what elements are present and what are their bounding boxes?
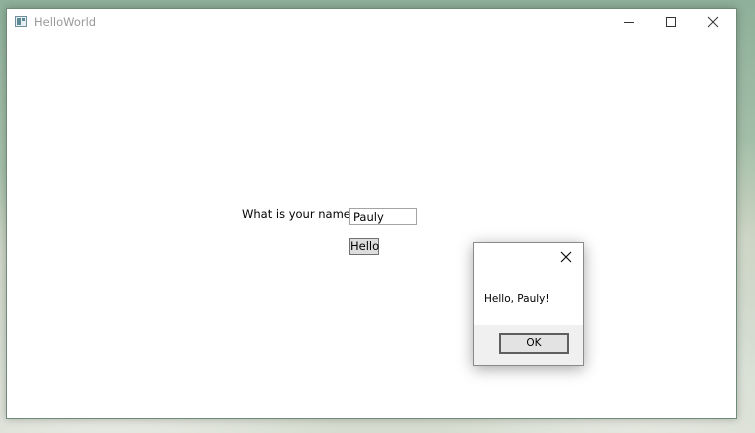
close-button[interactable] [692,9,734,35]
close-icon [560,251,572,263]
title-bar[interactable]: HelloWorld [7,9,736,35]
message-dialog: Hello, Pauly! OK [473,242,584,366]
window-title: HelloWorld [34,15,97,29]
dialog-close-button[interactable] [555,247,577,267]
name-input[interactable] [349,208,417,225]
hello-button[interactable]: Hello [349,238,379,255]
app-window: HelloWorld What is your name? Hello [6,8,737,419]
ok-button[interactable]: OK [499,333,569,354]
maximize-icon [666,17,676,27]
name-label: What is your name? [242,207,357,221]
dialog-footer: OK [474,325,583,365]
maximize-button[interactable] [650,9,692,35]
minimize-icon [624,22,634,23]
minimize-button[interactable] [608,9,650,35]
app-window-icon [15,16,27,27]
dialog-message: Hello, Pauly! [484,293,550,305]
close-icon [707,16,719,28]
